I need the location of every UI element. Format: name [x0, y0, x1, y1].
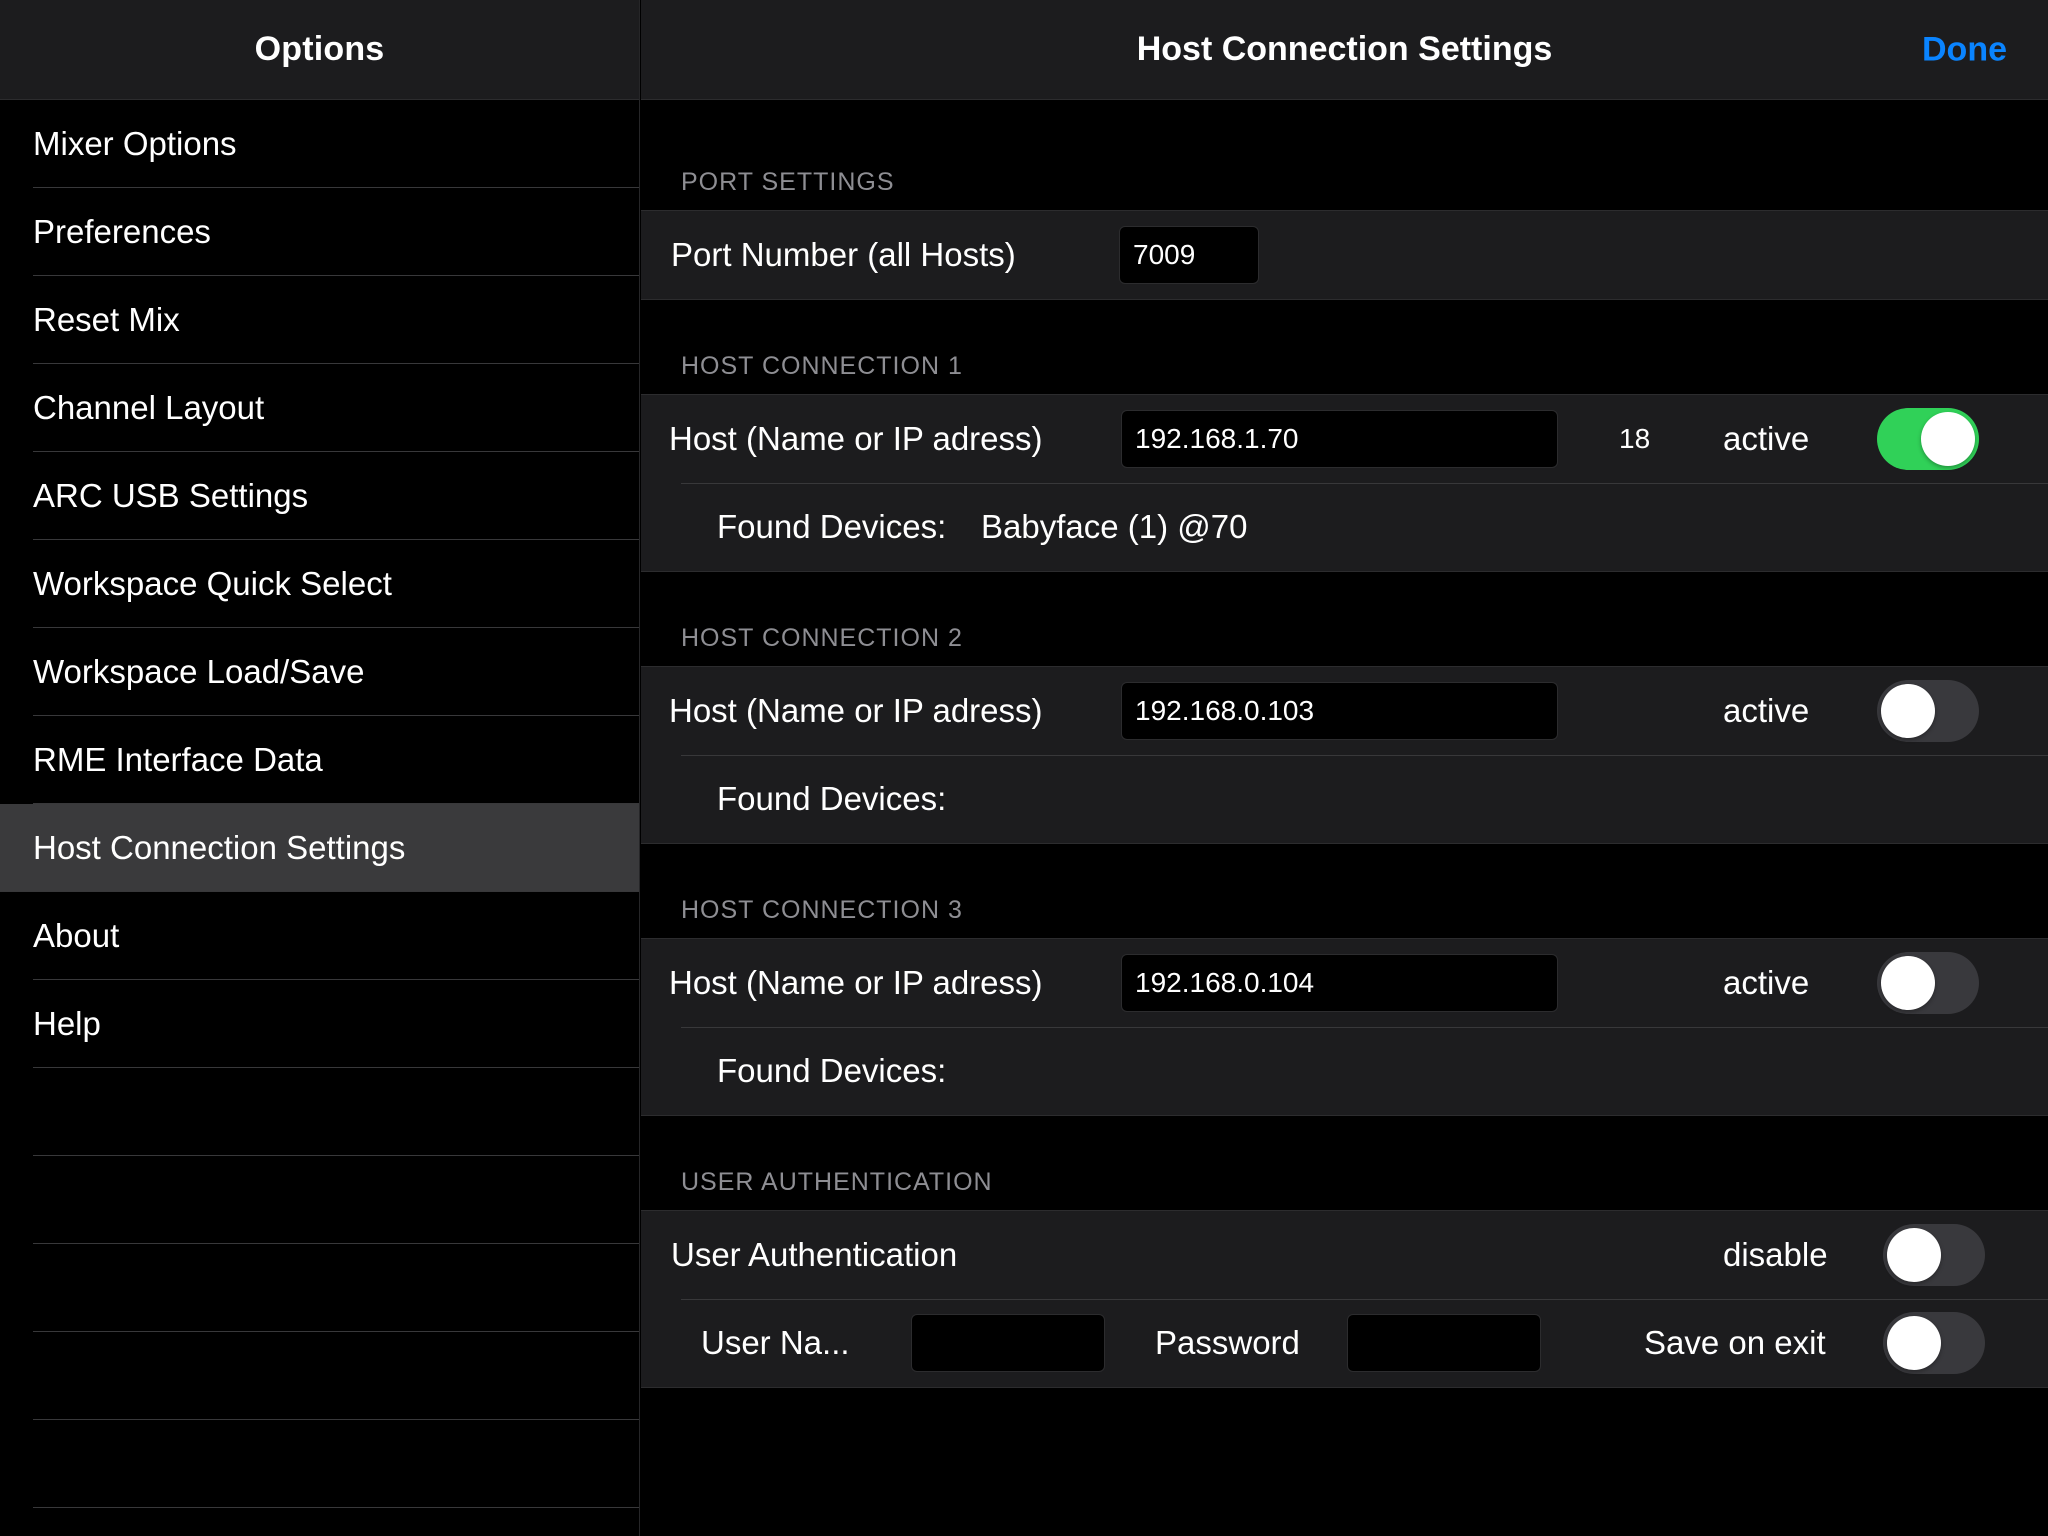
user-authentication-label: User Authentication — [671, 1236, 958, 1273]
section-header-host-2: HOST CONNECTION 2 — [681, 624, 963, 652]
sidebar-empty-row — [0, 1068, 639, 1156]
host-3-found-devices-row: Found Devices: — [641, 1027, 2048, 1115]
sidebar-item-channel-layout[interactable]: Channel Layout — [0, 364, 639, 452]
host-2-row: Host (Name or IP adress) 192.168.0.103 a… — [641, 667, 2048, 755]
host-3-label: Host (Name or IP adress) — [669, 964, 1043, 1001]
host-3-active-toggle[interactable] — [1877, 952, 1979, 1014]
section-header-host-3: HOST CONNECTION 3 — [681, 896, 963, 924]
host-1-row: Host (Name or IP adress) 192.168.1.70 18… — [641, 395, 2048, 483]
done-button[interactable]: Done — [1922, 30, 2007, 69]
sidebar-item-mixer-options[interactable]: Mixer Options — [0, 100, 639, 188]
toggle-knob — [1881, 956, 1935, 1010]
user-authentication-group: User Authentication disable User Na... P… — [641, 1210, 2048, 1388]
toggle-knob — [1881, 684, 1935, 738]
sidebar-list: Mixer Options Preferences Reset Mix Chan… — [0, 100, 639, 1536]
port-number-row: Port Number (all Hosts) 7009 — [641, 211, 2048, 299]
host-connection-3-group: Host (Name or IP adress) 192.168.0.104 a… — [641, 938, 2048, 1116]
options-sidebar: Options Mixer Options Preferences Reset … — [0, 0, 640, 1536]
page-title: Host Connection Settings — [1136, 30, 1553, 68]
sidebar-empty-row — [0, 1332, 639, 1420]
sidebar-item-host-connection-settings[interactable]: Host Connection Settings — [0, 804, 639, 892]
host-1-label: Host (Name or IP adress) — [669, 420, 1043, 457]
toggle-knob — [1921, 412, 1975, 466]
sidebar-empty-row — [0, 1420, 639, 1508]
sidebar-title: Options — [0, 0, 639, 100]
user-authentication-toggle[interactable] — [1883, 1224, 1985, 1286]
host-1-found-devices-value: Babyface (1) @70 — [981, 508, 1248, 545]
port-number-label: Port Number (all Hosts) — [671, 236, 1016, 273]
host-1-address-input[interactable]: 192.168.1.70 — [1121, 410, 1558, 468]
sidebar-item-preferences[interactable]: Preferences — [0, 188, 639, 276]
sidebar-item-arc-usb-settings[interactable]: ARC USB Settings — [0, 452, 639, 540]
save-on-exit-toggle[interactable] — [1883, 1312, 1985, 1374]
host-1-found-devices-label: Found Devices: — [717, 508, 947, 545]
password-label: Password — [1155, 1324, 1300, 1361]
sidebar-empty-row — [0, 1244, 639, 1332]
section-header-port-settings: PORT SETTINGS — [681, 168, 895, 196]
host-connection-settings-panel: Host Connection Settings Done PORT SETTI… — [641, 0, 2048, 1536]
host-2-address-input[interactable]: 192.168.0.103 — [1121, 682, 1558, 740]
user-authentication-row: User Authentication disable — [641, 1211, 2048, 1299]
navigation-bar: Host Connection Settings Done — [641, 0, 2048, 100]
username-label: User Na... — [701, 1324, 850, 1361]
sidebar-item-workspace-load-save[interactable]: Workspace Load/Save — [0, 628, 639, 716]
host-3-active-label: active — [1723, 964, 1810, 1001]
host-connection-1-group: Host (Name or IP adress) 192.168.1.70 18… — [641, 394, 2048, 572]
password-input[interactable] — [1347, 1314, 1541, 1372]
credentials-row: User Na... Password Save on exit — [641, 1299, 2048, 1387]
port-number-input[interactable]: 7009 — [1119, 226, 1259, 284]
host-2-found-devices-label: Found Devices: — [717, 780, 947, 817]
port-settings-group: Port Number (all Hosts) 7009 — [641, 210, 2048, 300]
toggle-knob — [1887, 1228, 1941, 1282]
host-connection-2-group: Host (Name or IP adress) 192.168.0.103 a… — [641, 666, 2048, 844]
section-header-user-authentication: USER AUTHENTICATION — [681, 1168, 993, 1196]
host-2-active-toggle[interactable] — [1877, 680, 1979, 742]
host-1-count: 18 — [1619, 423, 1651, 454]
host-3-row: Host (Name or IP adress) 192.168.0.104 a… — [641, 939, 2048, 1027]
sidebar-item-rme-interface-data[interactable]: RME Interface Data — [0, 716, 639, 804]
host-3-found-devices-label: Found Devices: — [717, 1052, 947, 1089]
sidebar-empty-row — [0, 1508, 639, 1536]
host-1-found-devices-row: Found Devices: Babyface (1) @70 — [641, 483, 2048, 571]
user-authentication-disable-label: disable — [1723, 1236, 1828, 1273]
toggle-knob — [1887, 1316, 1941, 1370]
save-on-exit-label: Save on exit — [1644, 1324, 1826, 1361]
host-2-label: Host (Name or IP adress) — [669, 692, 1043, 729]
host-2-active-label: active — [1723, 692, 1810, 729]
section-header-host-1: HOST CONNECTION 1 — [681, 352, 963, 380]
sidebar-item-reset-mix[interactable]: Reset Mix — [0, 276, 639, 364]
sidebar-item-help[interactable]: Help — [0, 980, 639, 1068]
sidebar-item-workspace-quick-select[interactable]: Workspace Quick Select — [0, 540, 639, 628]
sidebar-item-about[interactable]: About — [0, 892, 639, 980]
host-2-found-devices-row: Found Devices: — [641, 755, 2048, 843]
host-3-address-input[interactable]: 192.168.0.104 — [1121, 954, 1558, 1012]
host-1-active-toggle[interactable] — [1877, 408, 1979, 470]
username-input[interactable] — [911, 1314, 1105, 1372]
host-1-active-label: active — [1723, 420, 1810, 457]
sidebar-empty-row — [0, 1156, 639, 1244]
